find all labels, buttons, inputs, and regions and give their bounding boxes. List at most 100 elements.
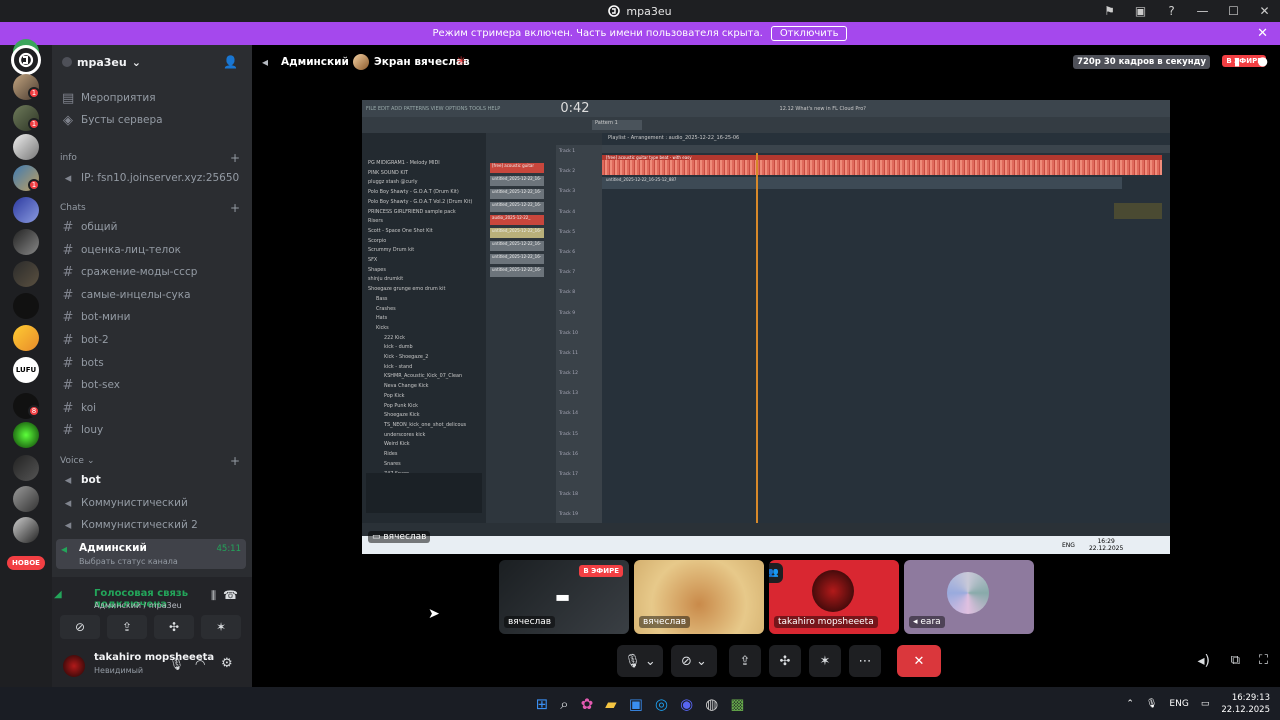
voice-channel-item[interactable]: ◂ bot [59, 470, 247, 490]
app-icon[interactable]: ▩ [730, 695, 744, 713]
track-header[interactable]: Track 15 [559, 432, 578, 452]
browser-item[interactable]: PINK SOUND KIT [368, 169, 472, 179]
audio-clip[interactable]: untitled_2025-12-22_16-25-12_887 [602, 177, 1122, 189]
share-screen-button[interactable]: ⇪ [107, 615, 147, 639]
add-channel-icon[interactable]: + [230, 201, 240, 215]
channel-item[interactable]: # bot-2 [59, 330, 247, 350]
track-header[interactable]: Track 6 [559, 250, 578, 270]
headphones-icon[interactable]: ◠ [195, 657, 205, 671]
server-icon[interactable] [13, 197, 39, 223]
category-voice[interactable]: Voice ⌄ + [60, 454, 240, 468]
browser-item[interactable]: Shapes [368, 266, 472, 276]
track-header[interactable]: Track 17 [559, 472, 578, 492]
channel-item[interactable]: # bot-мини [59, 307, 247, 327]
activities-button[interactable]: ✣ [769, 645, 801, 677]
track-header[interactable]: Track 3 [559, 189, 578, 209]
channel-rack-item[interactable]: untitled_2025-12-22_16- [490, 267, 544, 277]
channel-rack-item[interactable]: untitled_2025-12-22_16- [490, 176, 544, 186]
volume-icon[interactable]: ◂) [1198, 653, 1211, 669]
browser-item[interactable]: SFX [368, 256, 472, 266]
copilot-icon[interactable]: ✿ [581, 695, 594, 713]
chevron-up-icon[interactable]: ⌃ [1126, 699, 1134, 709]
browser-item[interactable]: Pop Punk Kick [368, 402, 472, 412]
browser-item[interactable]: Neva Change Kick [368, 382, 472, 392]
edge-icon[interactable]: ◎ [655, 695, 668, 713]
leave-call-button[interactable]: ✕ [897, 645, 941, 677]
help-icon[interactable]: ? [1156, 4, 1187, 18]
soundboard-button[interactable]: ✶ [201, 615, 241, 639]
participant-tile[interactable]: вячеслав [634, 560, 764, 634]
server-icon[interactable] [13, 293, 39, 319]
browser-item[interactable]: Snares [368, 460, 472, 470]
voice-channel-item[interactable]: ◂ Коммунистический 2 [59, 515, 247, 535]
banner-close-icon[interactable]: ✕ [1257, 26, 1268, 41]
participant-tile[interactable]: ⌄ 👥 takahiro mopsheeeta [769, 560, 899, 634]
inbox-flag-icon[interactable]: ⚑ [1094, 4, 1125, 18]
channel-ip[interactable]: ◂ IP: fsn10.joinserver.xyz:25650 [59, 168, 247, 188]
browser-item[interactable]: 222 Kick [368, 334, 472, 344]
language-indicator[interactable]: ENG [1169, 699, 1188, 709]
popout-icon[interactable]: ⧉ [1231, 653, 1240, 668]
invite-people-icon[interactable]: 👤 [223, 55, 238, 69]
server-icon[interactable] [13, 229, 39, 255]
browser-item[interactable]: Crashes [368, 305, 472, 315]
maximize-button[interactable]: ☐ [1218, 4, 1249, 18]
channel-item[interactable]: # koi [59, 398, 247, 418]
participant-tile[interactable]: ◂ eara [904, 560, 1034, 634]
shared-screen[interactable]: FILE EDIT ADD PATTERNS VIEW OPTIONS TOOL… [362, 100, 1170, 554]
channel-rack-item[interactable]: audio_2025-12-22_ [490, 215, 544, 225]
track-header[interactable]: Track 1 [559, 149, 578, 169]
browser-item[interactable]: shinju drumkit [368, 275, 472, 285]
events-item[interactable]: ▤ Мероприятия [59, 88, 247, 108]
store-icon[interactable]: ▣ [629, 695, 643, 713]
share-screen-button[interactable]: ⇪ [729, 645, 761, 677]
channel-item[interactable]: # оценка-лиц-телок [59, 240, 247, 260]
steam-icon[interactable]: ◍ [705, 695, 718, 713]
track-header[interactable]: Track 8 [559, 290, 578, 310]
file-explorer-icon[interactable]: ▰ [605, 695, 617, 713]
audio-clip[interactable]: [free] acoustic guitar type beat - with … [602, 155, 1162, 175]
activities-button[interactable]: ✣ [154, 615, 194, 639]
browser-item[interactable]: TS_NEON_kick_one_shot_delicous [368, 421, 472, 431]
channel-item[interactable]: # louy [59, 420, 247, 440]
search-icon[interactable]: ⌕ [560, 695, 568, 713]
browser-item[interactable]: pluggz stash @curly [368, 178, 472, 188]
server-icon[interactable] [13, 486, 39, 512]
browser-item[interactable]: Kick - Shoegaze_2 [368, 353, 472, 363]
server-header[interactable]: mpa3eu ⌄ 👤 [52, 45, 252, 79]
channel-rack-item[interactable]: untitled_2025-12-22_16- [490, 228, 544, 238]
track-header[interactable]: Track 10 [559, 331, 578, 351]
browser-item[interactable]: PG MIDIGRAM1 - Melody MIDI [368, 159, 472, 169]
server-icon[interactable] [13, 134, 39, 160]
browser-item[interactable]: PRINCESS GIRLFRIEND sample pack [368, 208, 472, 218]
server-icon[interactable] [13, 455, 39, 481]
track-header[interactable]: Track 2 [559, 169, 578, 189]
voice-channel-item[interactable]: ◂ Коммунистический [59, 493, 247, 513]
screen-share-icon[interactable]: ▣ [1125, 4, 1156, 18]
active-voice-channel[interactable]: ◂ Админский 45:11 Выбрать статус канала [56, 539, 246, 569]
channel-item[interactable]: # bots [59, 353, 247, 373]
track-header[interactable]: Track 14 [559, 411, 578, 431]
channel-rack-item[interactable]: untitled_2025-12-22_16- [490, 254, 544, 264]
server-icon[interactable] [13, 261, 39, 287]
noise-suppression-icon[interactable]: ⫼ [211, 589, 216, 603]
browser-item[interactable]: Scott - Space One Shot Kit [368, 227, 472, 237]
browser-item[interactable]: Polo Boy Shawty - G.O.A.T Vol.2 (Drum Ki… [368, 198, 472, 208]
disable-streamer-button[interactable]: Отключить [770, 26, 848, 41]
channel-rack-item[interactable]: untitled_2025-12-22_16- [490, 241, 544, 251]
browser-item[interactable]: kick - dumb [368, 343, 472, 353]
chat-bubble-icon[interactable]: ● [1258, 54, 1268, 68]
track-header[interactable]: Track 18 [559, 492, 578, 512]
microphone-tray-icon[interactable]: 🎙 [1146, 699, 1157, 709]
camera-button[interactable]: ⊘ ⌄ [671, 645, 717, 677]
channel-item[interactable]: # самые-инцелы-сука [59, 285, 247, 305]
channel-rack-item[interactable]: [free] acoustic guitar [490, 163, 544, 173]
microphone-button[interactable]: 🎙 ⌄ [617, 645, 663, 677]
add-channel-icon[interactable]: + [230, 454, 240, 468]
discord-icon[interactable]: ◉ [680, 695, 693, 713]
settings-gear-icon[interactable]: ⚙ [221, 656, 233, 671]
channel-item[interactable]: # сражение-моды-ссср [59, 262, 247, 282]
track-header[interactable]: Track 19 [559, 512, 578, 532]
browser-item[interactable]: Shoegaze grunge emo drum kit [368, 285, 472, 295]
browser-item[interactable]: Weird Kick [368, 440, 472, 450]
